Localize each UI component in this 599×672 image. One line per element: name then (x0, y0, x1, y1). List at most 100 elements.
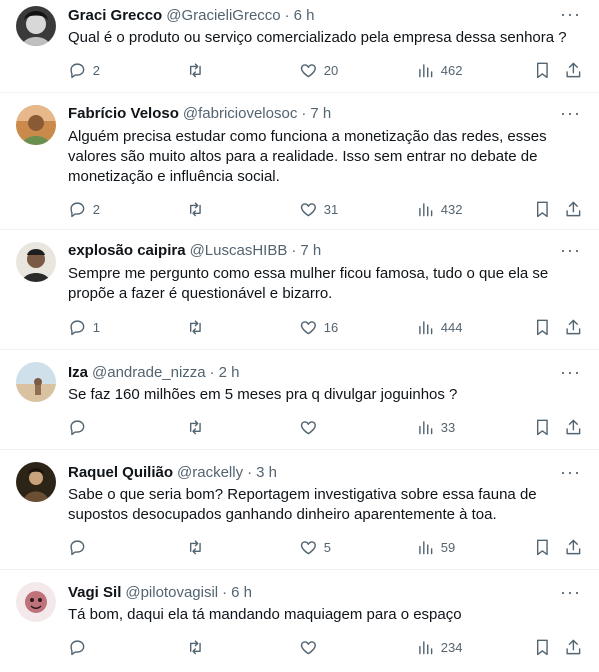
share-icon (566, 539, 581, 554)
more-options-icon[interactable]: ··· (560, 240, 581, 261)
retweet-button[interactable] (186, 317, 211, 337)
avatar[interactable] (16, 105, 56, 145)
retweet-button[interactable] (186, 637, 211, 657)
reply-button[interactable]: 1 (68, 317, 100, 337)
heart-icon (300, 63, 316, 77)
more-options-icon[interactable]: ··· (560, 103, 581, 124)
like-button[interactable]: 20 (299, 60, 338, 80)
action-bar: 33 (64, 417, 589, 437)
avatar[interactable] (16, 462, 56, 502)
display-name[interactable]: explosão caipira (68, 242, 186, 259)
tweet[interactable]: Raquel Quilião @rackelly · 3 h ··· Sabe … (0, 450, 599, 570)
share-button[interactable] (564, 537, 583, 557)
avatar[interactable] (16, 582, 56, 622)
display-name[interactable]: Vagi Sil (68, 584, 121, 601)
share-button[interactable] (564, 317, 583, 337)
reply-button[interactable] (68, 637, 93, 657)
bookmark-button[interactable] (533, 317, 552, 337)
share-button[interactable] (564, 60, 583, 80)
bookmark-icon (536, 539, 548, 555)
heart-icon (300, 540, 316, 554)
bookmark-button[interactable] (533, 537, 552, 557)
bookmark-icon (536, 62, 548, 78)
reply-button[interactable]: 2 (68, 199, 100, 219)
timestamp[interactable]: 7 h (300, 242, 321, 259)
retweet-button[interactable] (186, 199, 211, 219)
user-handle[interactable]: @fabriciovelosoc (183, 105, 297, 122)
tweet[interactable]: Vagi Sil @pilotovagisil · 6 h ··· Tá bom… (0, 570, 599, 672)
views-count: 444 (440, 319, 463, 335)
more-options-icon[interactable]: ··· (560, 4, 581, 25)
avatar[interactable] (16, 362, 56, 402)
like-button[interactable]: 31 (299, 199, 338, 219)
reply-icon (70, 63, 85, 78)
display-name[interactable]: Iza (68, 364, 88, 381)
like-button[interactable] (299, 417, 324, 437)
views-button[interactable]: 59 (416, 537, 455, 557)
separator: · (291, 241, 297, 259)
retweet-icon (189, 640, 201, 654)
views-button[interactable]: 462 (416, 60, 462, 80)
bookmark-button[interactable] (533, 199, 552, 219)
action-bar: 2 31 432 (64, 199, 589, 219)
tweet-header: Fabrício Veloso @fabriciovelosoc · 7 h (68, 103, 583, 123)
like-button[interactable] (299, 637, 324, 657)
views-count: 462 (440, 62, 463, 78)
share-button[interactable] (564, 199, 583, 219)
reply-button[interactable]: 2 (68, 60, 100, 80)
more-options-icon[interactable]: ··· (560, 362, 581, 383)
like-count: 5 (323, 539, 331, 555)
retweet-button[interactable] (186, 537, 211, 557)
timestamp[interactable]: 6 h (294, 7, 315, 24)
reply-icon (70, 640, 85, 655)
more-options-icon[interactable]: ··· (560, 582, 581, 603)
timestamp[interactable]: 6 h (231, 584, 252, 601)
tweet[interactable]: Fabrício Veloso @fabriciovelosoc · 7 h ·… (0, 93, 599, 230)
share-icon (566, 639, 581, 654)
bookmark-icon (536, 201, 548, 217)
views-button[interactable]: 444 (416, 317, 462, 337)
display-name[interactable]: Fabrício Veloso (68, 105, 179, 122)
avatar[interactable] (16, 242, 56, 282)
retweet-button[interactable] (186, 417, 211, 437)
like-button[interactable]: 16 (299, 317, 338, 337)
views-chart-icon (419, 420, 433, 434)
user-handle[interactable]: @LuscasHIBB (190, 242, 288, 259)
reply-feed: Graci Grecco @GracieliGrecco · 6 h ··· Q… (0, 0, 599, 672)
tweet[interactable]: Iza @andrade_nizza · 2 h ··· Se faz 160 … (0, 350, 599, 450)
views-button[interactable]: 234 (416, 637, 462, 657)
share-button[interactable] (564, 417, 583, 437)
display-name[interactable]: Graci Grecco (68, 7, 162, 24)
tweet[interactable]: Graci Grecco @GracieliGrecco · 6 h ··· Q… (0, 0, 599, 93)
bookmark-button[interactable] (533, 417, 552, 437)
timestamp[interactable]: 7 h (310, 105, 331, 122)
user-handle[interactable]: @andrade_nizza (92, 364, 206, 381)
bookmark-button[interactable] (533, 60, 552, 80)
retweet-icon (189, 540, 201, 554)
reply-button[interactable] (68, 417, 93, 437)
tweet-text: Qual é o produto ou serviço comercializa… (68, 29, 567, 46)
reply-button[interactable] (68, 537, 93, 557)
user-handle[interactable]: @GracieliGrecco (166, 7, 280, 24)
like-button[interactable]: 5 (299, 537, 331, 557)
display-name[interactable]: Raquel Quilião (68, 464, 173, 481)
share-icon (566, 201, 581, 216)
avatar[interactable] (16, 6, 56, 46)
more-options-icon[interactable]: ··· (560, 462, 581, 483)
views-button[interactable]: 33 (416, 417, 455, 437)
user-handle[interactable]: @pilotovagisil (125, 584, 218, 601)
user-handle[interactable]: @rackelly (177, 464, 243, 481)
views-button[interactable]: 432 (416, 199, 462, 219)
timestamp[interactable]: 3 h (256, 464, 277, 481)
share-button[interactable] (564, 637, 583, 657)
tweet-text: Sempre me pergunto como essa mulher fico… (68, 265, 549, 302)
views-count: 33 (440, 419, 456, 435)
action-bar: 1 16 444 (64, 317, 589, 337)
tweet[interactable]: explosão caipira @LuscasHIBB · 7 h ··· S… (0, 230, 599, 350)
bookmark-icon (536, 319, 548, 335)
action-bar: 5 59 (64, 537, 589, 557)
bookmark-button[interactable] (533, 637, 552, 657)
retweet-button[interactable] (186, 60, 211, 80)
timestamp[interactable]: 2 h (219, 364, 240, 381)
views-count: 234 (440, 639, 463, 655)
